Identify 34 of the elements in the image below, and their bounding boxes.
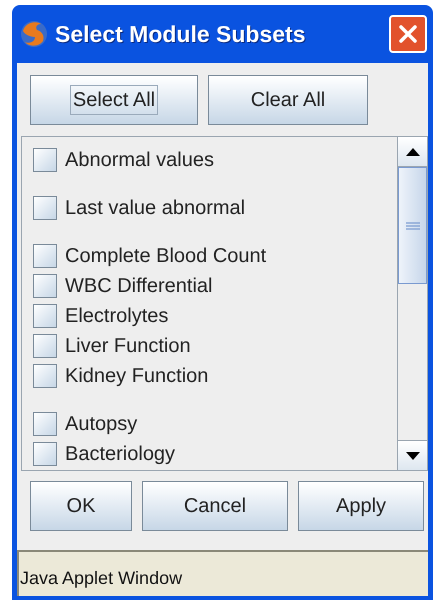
checkbox-item[interactable]: WBC Differential	[33, 271, 397, 301]
scrollbar[interactable]	[397, 137, 427, 470]
checkbox-item[interactable]: Electrolytes	[33, 301, 397, 331]
checkbox-item[interactable]: Bacteriology	[33, 439, 397, 469]
checkbox-item[interactable]: Kidney Function	[33, 361, 397, 391]
close-button[interactable]	[389, 15, 427, 53]
checkbox[interactable]	[33, 304, 57, 328]
checkbox[interactable]	[33, 244, 57, 268]
checkbox[interactable]	[33, 442, 57, 466]
scroll-down-button[interactable]	[398, 440, 427, 470]
down-arrow-icon	[406, 452, 420, 460]
dialog-button[interactable]: Apply	[298, 481, 424, 531]
checkbox[interactable]	[33, 148, 57, 172]
checkbox-item[interactable]: Liver Function	[33, 331, 397, 361]
window-title: Select Module Subsets	[55, 20, 307, 49]
checkbox-item[interactable]: Autopsy	[33, 409, 397, 439]
scroll-thumb[interactable]	[398, 167, 427, 284]
checkbox-item[interactable]: Complete Blood Count	[33, 241, 397, 271]
grip-icon	[406, 222, 420, 230]
up-arrow-icon	[406, 148, 420, 156]
status-text: Java Applet Window	[20, 567, 182, 590]
checkbox[interactable]	[33, 274, 57, 298]
dialog-button[interactable]: Cancel	[142, 481, 288, 531]
close-icon	[397, 23, 419, 45]
checkbox[interactable]	[33, 364, 57, 388]
scroll-up-button[interactable]	[398, 137, 427, 167]
dialog-button[interactable]: Clear All	[208, 75, 368, 125]
checkbox-item[interactable]: Last value abnormal	[33, 193, 397, 223]
dialog-button[interactable]: Select All	[30, 75, 198, 125]
checkbox[interactable]	[33, 412, 57, 436]
dialog-button[interactable]: OK	[30, 481, 132, 531]
checkbox-item[interactable]: Abnormal values	[33, 145, 397, 175]
checkbox[interactable]	[33, 334, 57, 358]
checkbox[interactable]	[33, 196, 57, 220]
